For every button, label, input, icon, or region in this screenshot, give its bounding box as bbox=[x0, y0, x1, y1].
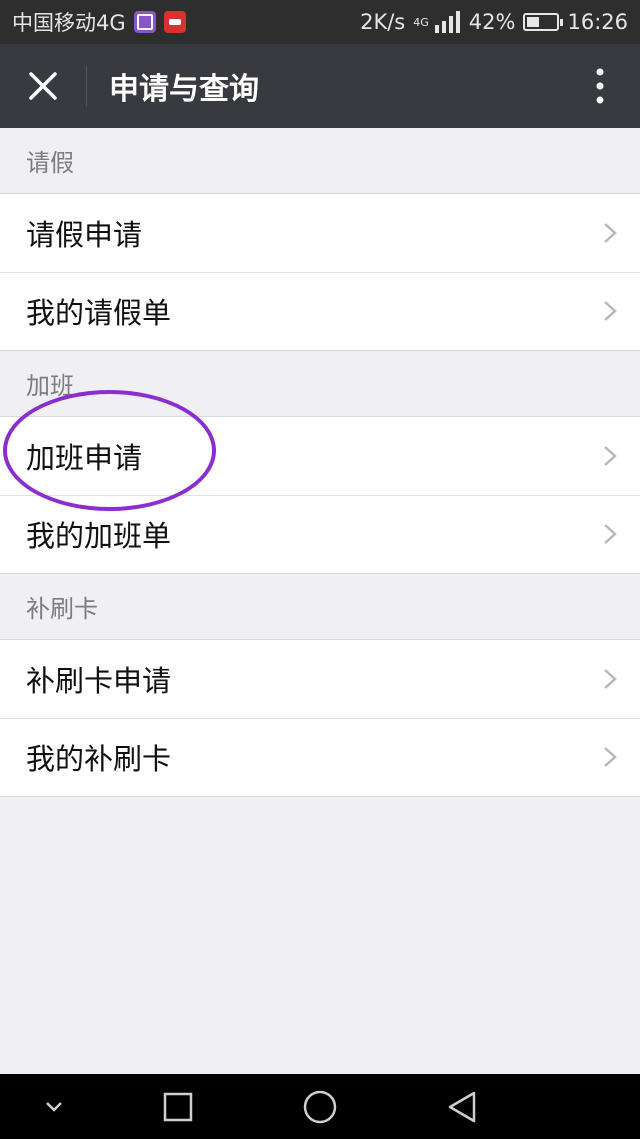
item-label: 我的加班单 bbox=[26, 519, 172, 553]
group-leave: 请假申请 我的请假单 bbox=[0, 194, 640, 351]
carrier-label: 中国移动4G bbox=[12, 11, 126, 35]
list-item-overtime-apply[interactable]: 加班申请 bbox=[0, 417, 640, 495]
item-label: 我的补刷卡 bbox=[26, 742, 172, 776]
status-left: 中国移动4G bbox=[12, 7, 186, 37]
close-icon bbox=[29, 72, 57, 100]
list-item-leave-mine[interactable]: 我的请假单 bbox=[0, 272, 640, 350]
nav-hide-button[interactable] bbox=[14, 1074, 94, 1139]
app-notification-icon bbox=[163, 11, 186, 33]
status-bar: 中国移动4G 2K/s 4G 42% 16:26 bbox=[0, 0, 640, 44]
section-header-punch: 补刷卡 bbox=[0, 574, 640, 640]
network-type: 4G bbox=[413, 15, 429, 29]
recent-apps-icon bbox=[163, 1092, 193, 1121]
list-item-overtime-mine[interactable]: 我的加班单 bbox=[0, 495, 640, 573]
status-right: 2K/s 4G 42% 16:26 bbox=[360, 10, 628, 34]
battery-icon bbox=[523, 13, 564, 31]
chevron-right-icon bbox=[604, 446, 617, 466]
page-title: 申请与查询 bbox=[109, 72, 259, 107]
nav-home-button[interactable] bbox=[280, 1074, 360, 1139]
list-item-punch-mine[interactable]: 我的补刷卡 bbox=[0, 718, 640, 796]
list-item-punch-apply[interactable]: 补刷卡申请 bbox=[0, 640, 640, 718]
item-label: 补刷卡申请 bbox=[26, 664, 172, 698]
chevron-right-icon bbox=[604, 301, 617, 321]
nav-back-button[interactable] bbox=[422, 1074, 502, 1139]
battery-percent: 42% bbox=[468, 10, 516, 34]
close-button[interactable] bbox=[0, 44, 86, 128]
title-divider bbox=[86, 66, 87, 106]
section-header-leave: 请假 bbox=[0, 128, 640, 194]
nav-recents-button[interactable] bbox=[138, 1074, 218, 1139]
back-icon bbox=[448, 1091, 476, 1122]
group-overtime: 加班申请 我的加班单 bbox=[0, 417, 640, 574]
group-punch: 补刷卡申请 我的补刷卡 bbox=[0, 640, 640, 797]
item-label: 加班申请 bbox=[26, 441, 143, 475]
section-header-overtime: 加班 bbox=[0, 351, 640, 417]
title-bar: 申请与查询 bbox=[0, 44, 640, 128]
clock: 16:26 bbox=[567, 10, 628, 34]
home-icon bbox=[303, 1090, 337, 1123]
network-speed: 2K/s bbox=[360, 10, 406, 34]
chevron-right-icon bbox=[604, 223, 617, 243]
item-label: 请假申请 bbox=[26, 218, 143, 252]
battery-level bbox=[527, 17, 540, 27]
chevron-right-icon bbox=[604, 747, 617, 767]
more-vertical-icon bbox=[596, 68, 604, 104]
gallery-notification-icon bbox=[133, 11, 156, 33]
chevron-right-icon bbox=[604, 524, 617, 544]
list-item-leave-apply[interactable]: 请假申请 bbox=[0, 194, 640, 272]
menu-list: 请假 请假申请 我的请假单 加班 加班申请 我的加班单 补刷卡 补刷卡申请 我的… bbox=[0, 128, 640, 797]
chevron-down-icon bbox=[46, 1101, 62, 1112]
chevron-right-icon bbox=[604, 669, 617, 689]
item-label: 我的请假单 bbox=[26, 296, 172, 330]
signal-icon bbox=[434, 11, 460, 33]
system-nav-bar bbox=[0, 1074, 640, 1139]
more-button[interactable] bbox=[560, 44, 640, 128]
